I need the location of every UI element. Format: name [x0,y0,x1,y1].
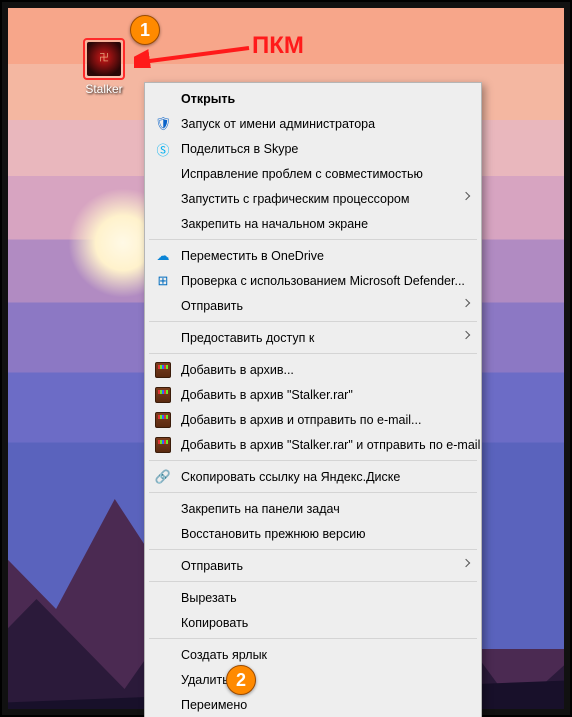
menu-item-run-gpu[interactable]: Запустить с графическим процессором [147,186,479,211]
chevron-right-icon [462,331,470,339]
menu-item-copy[interactable]: Копировать [147,610,479,635]
menu-separator [149,638,477,639]
menu-item-create-shortcut[interactable]: Создать ярлык [147,642,479,667]
skype-icon: Ⓢ [154,140,172,158]
annotation-badge-2: 2 [226,665,256,695]
menu-separator [149,353,477,354]
menu-separator [149,460,477,461]
menu-item-pin-start[interactable]: Закрепить на начальном экране [147,211,479,236]
menu-separator [149,239,477,240]
menu-separator [149,549,477,550]
menu-item-yandex-disk[interactable]: 🔗 Скопировать ссылку на Яндекс.Диске [147,464,479,489]
winrar-icon [154,411,172,429]
winrar-icon [154,436,172,454]
winrar-icon [154,361,172,379]
chevron-right-icon [462,192,470,200]
menu-separator [149,321,477,322]
menu-item-defender[interactable]: ⊞ Проверка с использованием Microsoft De… [147,268,479,293]
menu-item-delete[interactable]: Удалить [147,667,479,692]
menu-item-send-to[interactable]: Отправить [147,293,479,318]
menu-item-run-as-admin[interactable]: 🛡 Запуск от имени администратора [147,111,479,136]
menu-item-rar-add[interactable]: Добавить в архив... [147,357,479,382]
annotation-badge-1: 1 [130,15,160,45]
menu-item-restore-version[interactable]: Восстановить прежнюю версию [147,521,479,546]
menu-item-rar-add-mail[interactable]: Добавить в архив и отправить по e-mail..… [147,407,479,432]
menu-item-rar-add-named[interactable]: Добавить в архив "Stalker.rar" [147,382,479,407]
winrar-icon [154,386,172,404]
cloud-icon: ☁ [154,247,172,265]
menu-item-onedrive[interactable]: ☁ Переместить в OneDrive [147,243,479,268]
menu-item-share-skype[interactable]: Ⓢ Поделиться в Skype [147,136,479,161]
menu-item-pin-taskbar[interactable]: Закрепить на панели задач [147,496,479,521]
desktop-icon-stalker[interactable]: Stalker [76,38,132,96]
context-menu: Открыть 🛡 Запуск от имени администратора… [144,82,482,717]
desktop-icon-label: Stalker [76,82,132,96]
chevron-right-icon [462,299,470,307]
annotation-label-pkm: ПКМ [252,32,304,60]
menu-item-rar-add-named-mail[interactable]: Добавить в архив "Stalker.rar" и отправи… [147,432,479,457]
menu-item-open[interactable]: Открыть [147,86,479,111]
menu-item-compatibility[interactable]: Исправление проблем с совместимостью [147,161,479,186]
menu-item-cut[interactable]: Вырезать [147,585,479,610]
link-icon: 🔗 [154,468,172,486]
desktop-icon-image [83,38,125,80]
chevron-right-icon [462,559,470,567]
menu-separator [149,492,477,493]
shield-icon: 🛡 [154,115,172,133]
menu-item-rename[interactable]: Переимено [147,692,479,717]
menu-separator [149,581,477,582]
defender-icon: ⊞ [154,272,172,290]
menu-item-send[interactable]: Отправить [147,553,479,578]
menu-item-share-access[interactable]: Предоставить доступ к [147,325,479,350]
